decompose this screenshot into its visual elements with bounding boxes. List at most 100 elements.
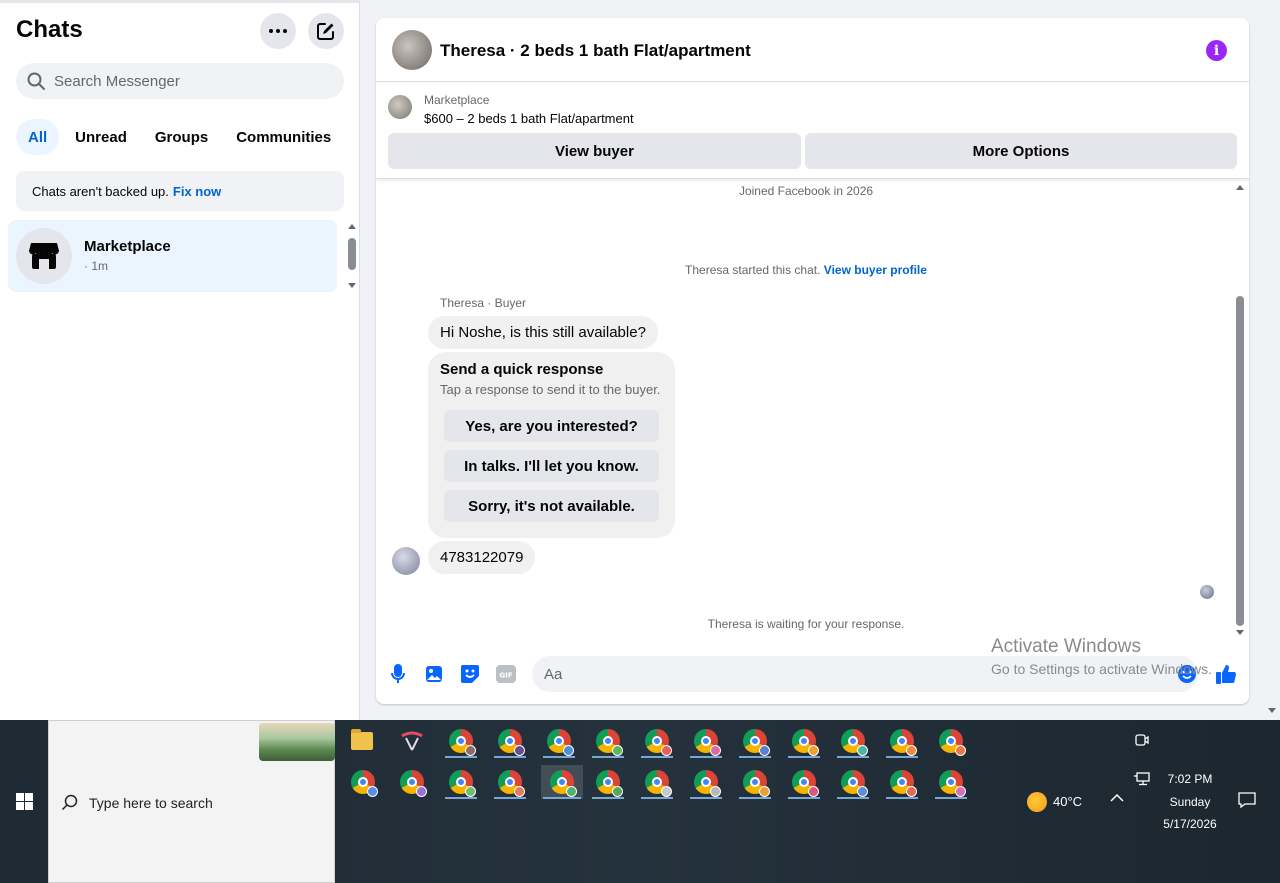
taskbar-app-chrome[interactable] [933,724,969,758]
chrome-icon [841,770,868,797]
network-icon[interactable] [1134,772,1150,789]
taskbar-app-chrome[interactable] [394,765,430,799]
taskbar-search-box[interactable]: Type here to search [48,720,335,883]
taskbar-app-chrome[interactable] [639,724,675,758]
more-options-listing-button[interactable]: More Options [805,133,1237,169]
listing-source: Marketplace [424,93,490,107]
quick-response-option[interactable]: Sorry, it's not available. [444,490,659,522]
clock-day[interactable]: Sunday [1150,795,1230,809]
taskbar-app-snipping-tool[interactable] [394,724,430,758]
taskbar-app-chrome[interactable] [786,724,822,758]
chrome-icon [498,729,525,756]
view-buyer-button[interactable]: View buyer [388,133,801,169]
thread-scrollbar[interactable] [1234,180,1246,640]
scroll-up-arrow-icon[interactable] [348,224,356,229]
taskbar-app-chrome-active[interactable] [541,765,583,799]
search-highlight-image[interactable] [259,723,335,761]
taskbar-app-chrome[interactable] [443,765,479,799]
scrollbar-thumb[interactable] [348,238,356,270]
meet-now-icon[interactable] [1135,732,1149,751]
svg-text:GIF: GIF [499,672,512,680]
chat-list-item-marketplace[interactable]: Marketplace · 1m [8,220,337,292]
scrollbar-thumb[interactable] [1236,296,1244,626]
search-messenger-input[interactable]: Search Messenger [16,63,344,99]
new-message-button[interactable] [308,13,344,49]
sticker-icon[interactable] [459,663,481,685]
sidebar-scrollbar[interactable] [347,224,357,288]
taskbar-app-chrome[interactable] [541,724,577,758]
taskbar-app-chrome[interactable] [492,724,528,758]
tab-groups[interactable]: Groups [143,119,220,155]
snipping-tool-icon [401,731,423,751]
conversation-title[interactable]: Theresa · 2 beds 1 bath Flat/apartment [440,41,751,61]
taskbar-search-placeholder: Type here to search [89,795,213,811]
scroll-up-arrow-icon[interactable] [1236,185,1244,190]
scroll-down-arrow-icon[interactable] [348,283,356,288]
tab-communities[interactable]: Communities [224,119,343,155]
clock-date[interactable]: 5/17/2026 [1150,817,1230,831]
scroll-down-arrow-icon[interactable] [1268,708,1276,713]
taskbar-app-chrome[interactable] [835,724,871,758]
chrome-icon [449,770,476,797]
taskbar-app-chrome[interactable] [443,724,479,758]
gif-icon[interactable]: GIF [495,663,517,685]
taskbar-app-chrome[interactable] [688,765,724,799]
start-button[interactable] [0,720,48,883]
quick-response-option[interactable]: In talks. I'll let you know. [444,450,659,482]
taskbar-app-chrome[interactable] [835,765,871,799]
taskbar-app-chrome[interactable] [933,765,969,799]
more-options-button[interactable] [260,13,296,49]
clock-time[interactable]: 7:02 PM [1150,772,1230,786]
fix-now-link[interactable]: Fix now [173,184,221,199]
weather-icon[interactable] [1027,792,1047,812]
taskbar-app-chrome[interactable] [492,765,528,799]
page-title: Chats [16,16,83,43]
incoming-message: 4783122079 [428,541,536,574]
notification-center-icon[interactable] [1238,792,1256,811]
info-icon[interactable]: i [1206,40,1227,61]
taskbar-app-chrome[interactable] [884,724,920,758]
weather-temperature[interactable]: 40°C [1053,794,1082,809]
listing-thumbnail[interactable] [388,95,412,119]
photo-icon[interactable] [423,663,445,685]
taskbar-app-chrome[interactable] [590,724,626,758]
chrome-icon [645,729,672,756]
taskbar-app-chrome[interactable] [345,765,381,799]
taskbar-app-chrome[interactable] [737,765,773,799]
chat-filter-tabs: All Unread Groups Communities [16,119,347,155]
taskbar-app-chrome[interactable] [639,765,675,799]
taskbar-app-chrome[interactable] [737,724,773,758]
chat-started-text: Theresa started this chat. [685,263,821,277]
conversation-panel: Theresa · 2 beds 1 bath Flat/apartment i… [376,18,1249,704]
tray-chevron-up-icon[interactable] [1110,792,1124,806]
chrome-icon [550,770,577,797]
emoji-icon[interactable] [1176,663,1198,685]
search-icon [27,72,45,90]
scroll-down-arrow-icon[interactable] [1236,630,1244,635]
tab-unread[interactable]: Unread [63,119,139,155]
like-icon[interactable] [1215,663,1237,685]
taskbar-app-chrome[interactable] [884,765,920,799]
quick-response-option[interactable]: Yes, are you interested? [444,410,659,442]
taskbar-app-chrome[interactable] [590,765,626,799]
view-buyer-profile-link[interactable]: View buyer profile [824,263,927,277]
windows-logo-icon [15,793,33,810]
message-input[interactable]: Aa [532,656,1198,692]
quick-response-card: Send a quick response Tap a response to … [428,352,675,538]
listing-avatar[interactable] [392,30,432,70]
taskbar-app-chrome[interactable] [688,724,724,758]
taskbar-app-file-explorer[interactable] [344,724,380,758]
sender-avatar[interactable] [392,547,420,575]
chat-name: Marketplace [84,238,171,255]
ellipsis-icon [269,29,287,33]
listing-price-title[interactable]: $600 – 2 beds 1 bath Flat/apartment [424,111,634,126]
tab-all[interactable]: All [16,119,60,155]
storefront-icon [29,243,59,269]
marketplace-avatar [16,228,72,284]
backup-warning-text: Chats aren't backed up. [32,183,169,199]
chrome-icon [743,770,770,797]
microphone-icon[interactable] [387,663,409,685]
folder-icon [351,729,373,750]
search-placeholder: Search Messenger [54,72,180,90]
taskbar-app-chrome[interactable] [786,765,822,799]
